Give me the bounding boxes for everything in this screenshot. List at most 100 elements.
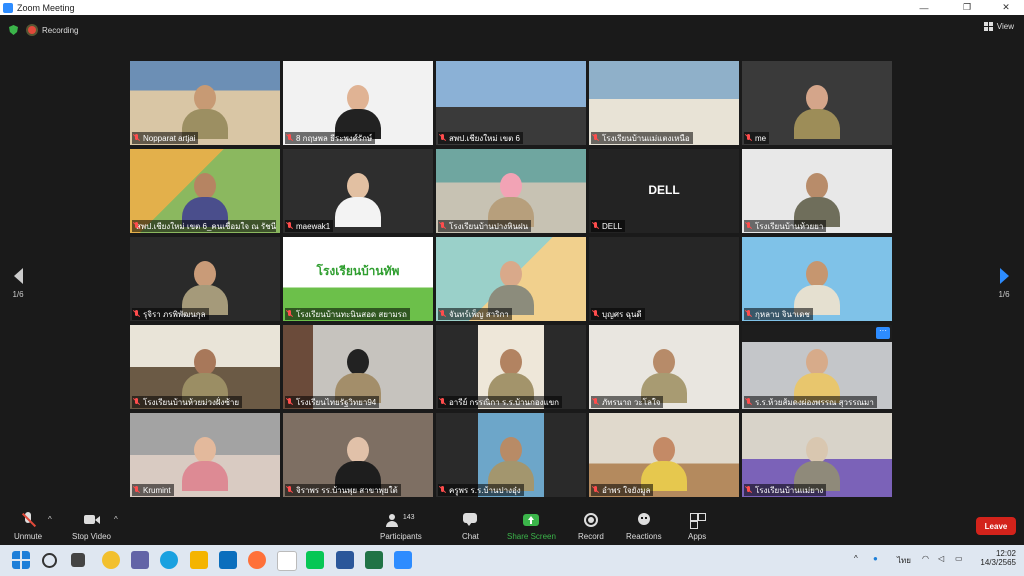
widgets-icon[interactable] — [102, 551, 120, 569]
video-tile[interactable]: รุจิรา ภรพิพัฒนกุล — [130, 237, 280, 321]
video-tile[interactable]: โรงเรียนบ้านทัพ โรงเรียนบ้านทะนินสอด สยา… — [283, 237, 433, 321]
view-label: View — [996, 22, 1014, 31]
word-icon[interactable] — [336, 551, 354, 569]
muted-mic-icon — [592, 310, 599, 318]
apps-button[interactable]: Apps — [688, 512, 706, 541]
reactions-button[interactable]: Reactions — [626, 512, 662, 541]
stop-video-button[interactable]: Stop Video — [72, 512, 111, 541]
leave-button[interactable]: Leave — [976, 517, 1016, 535]
video-tile[interactable]: สพป.เชียงใหม่ เขต 6 — [436, 61, 586, 145]
muted-mic-icon — [745, 134, 752, 142]
participants-icon: 143 — [381, 512, 421, 528]
edge-browser-icon[interactable] — [160, 551, 178, 569]
unmute-button[interactable]: Unmute — [14, 512, 42, 541]
participant-name: Krumint — [143, 485, 171, 495]
amazon-icon[interactable] — [277, 551, 297, 571]
chevron-up-icon[interactable]: ^ — [854, 554, 858, 563]
muted-mic-icon — [286, 310, 293, 318]
participant-name: me — [755, 133, 767, 143]
video-tile[interactable]: ··· ร.ร.ห้วยส้มดงผ่องพรรณ สุวรรณมา — [742, 325, 892, 409]
maximize-button[interactable]: ❐ — [953, 0, 981, 15]
volume-icon[interactable]: ◁ — [938, 554, 944, 563]
search-icon[interactable] — [42, 553, 57, 568]
participant-name: สพป.เชียงใหม่ เขต 6_คนเชื่อมใจ ณ รัชนี — [136, 221, 276, 231]
unmute-label: Unmute — [14, 532, 43, 541]
video-tile[interactable]: โรงเรียนไทยรัฐวิทยา94 — [283, 325, 433, 409]
file-explorer-icon[interactable] — [190, 551, 208, 569]
close-button[interactable]: ✕ — [992, 0, 1020, 15]
page-indicator-right: 1/6 — [998, 290, 1010, 299]
video-tile[interactable]: โรงเรียนบ้านปางหินฝน — [436, 149, 586, 233]
teams-chat-icon[interactable] — [131, 551, 149, 569]
more-options-button[interactable]: ··· — [876, 327, 890, 339]
battery-icon[interactable]: ▭ — [955, 554, 963, 563]
video-tile[interactable]: จันทร์เพ็ญ สาริกา — [436, 237, 586, 321]
video-tile[interactable]: 8 กฤษพล ธีระพงศ์รักษ์ — [283, 61, 433, 145]
window-titlebar: Zoom Meeting — ❐ ✕ — [0, 0, 1024, 15]
excel-icon[interactable] — [365, 551, 383, 569]
stop-video-label: Stop Video — [72, 532, 111, 541]
firefox-icon[interactable] — [248, 551, 266, 569]
audio-options-caret-icon[interactable]: ^ — [48, 515, 52, 524]
video-camera-icon — [83, 512, 100, 528]
minimize-button[interactable]: — — [910, 0, 938, 15]
video-tile[interactable]: บุญศร ฉุนดี — [589, 237, 739, 321]
video-tile[interactable]: DELL DELL — [589, 149, 739, 233]
video-tile[interactable]: ครูพร ร.ร.บ้านปางอุ๋ง — [436, 413, 586, 497]
recording-indicator[interactable]: Recording — [28, 26, 78, 35]
participants-count: 143 — [402, 514, 415, 521]
zoom-taskbar-icon[interactable] — [394, 551, 412, 569]
video-tile[interactable]: maewak1 — [283, 149, 433, 233]
windows-start-icon[interactable] — [12, 551, 30, 569]
muted-mic-icon — [133, 134, 140, 142]
video-tile[interactable]: ภัทรนาถ วะโลใจ — [589, 325, 739, 409]
video-tile-active-speaker[interactable]: สพป.เชียงใหม่ เขต 6_คนเชื่อมใจ ณ รัชนี — [130, 149, 280, 233]
view-button[interactable]: View — [983, 22, 1014, 31]
video-tile[interactable]: อำพร ใจยังมูล — [589, 413, 739, 497]
video-options-caret-icon[interactable]: ^ — [114, 515, 118, 524]
participants-button[interactable]: 143 Participants — [380, 512, 422, 541]
clock[interactable]: 12:02 14/3/2565 — [972, 549, 1016, 567]
participant-name: บุญศร ฉุนดี — [602, 309, 642, 319]
participant-name: ครูพร ร.ร.บ้านปางอุ๋ง — [449, 485, 521, 495]
muted-mic-icon — [439, 398, 446, 406]
video-tile[interactable]: Krumint — [130, 413, 280, 497]
previous-page-button[interactable]: 1/6 — [8, 268, 28, 299]
video-tile[interactable]: โรงเรียนบ้านห้วยยา — [742, 149, 892, 233]
muted-mic-icon — [286, 222, 293, 230]
muted-mic-icon — [745, 310, 752, 318]
input-language[interactable]: ไทย — [897, 554, 911, 567]
muted-mic-icon — [133, 310, 140, 318]
muted-mic-icon — [592, 398, 599, 406]
wifi-icon[interactable]: ◠ — [922, 554, 929, 563]
share-screen-button[interactable]: Share Screen — [507, 512, 556, 541]
video-tile[interactable]: โรงเรียนบ้านแม่ยาง — [742, 413, 892, 497]
next-page-button[interactable]: 1/6 — [994, 268, 1014, 299]
participant-name: ร.ร.ห้วยส้มดงผ่องพรรณ สุวรรณมา — [755, 397, 874, 407]
recording-label: Recording — [42, 25, 79, 35]
video-tile[interactable]: กุหลาบ จินาเดช — [742, 237, 892, 321]
participant-name: จันทร์เพ็ญ สาริกา — [449, 309, 509, 319]
video-tile[interactable]: Nopparat artjai — [130, 61, 280, 145]
record-button[interactable]: Record — [578, 512, 604, 541]
mail-icon[interactable] — [219, 551, 237, 569]
muted-mic-icon — [286, 486, 293, 494]
share-screen-label: Share Screen — [507, 532, 556, 541]
participant-name: ภัทรนาถ วะโลใจ — [602, 397, 661, 407]
video-tile[interactable]: โรงเรียนบ้านแม่แตงเหนือ — [589, 61, 739, 145]
chat-button[interactable]: Chat — [462, 512, 479, 541]
share-screen-arrow-icon — [523, 512, 540, 528]
video-tile[interactable]: อารีย์ กรรณิกา ร.ร.บ้านกองแขก — [436, 325, 586, 409]
video-tile[interactable]: โรงเรียนบ้านห้วยม่วงฝั่งซ้าย — [130, 325, 280, 409]
muted-mic-icon — [745, 222, 752, 230]
line-app-icon[interactable] — [306, 551, 324, 569]
clock-date: 14/3/2565 — [980, 558, 1016, 567]
task-view-icon[interactable] — [71, 553, 85, 567]
microphone-tray-icon[interactable]: ● — [873, 554, 878, 563]
participant-name: 8 กฤษพล ธีระพงศ์รักษ์ — [296, 133, 373, 143]
video-tile[interactable]: me — [742, 61, 892, 145]
participant-placeholder-name: DELL — [648, 183, 680, 197]
participant-name: สพป.เชียงใหม่ เขต 6 — [449, 133, 520, 143]
security-shield-icon[interactable] — [9, 25, 18, 35]
video-tile[interactable]: จิราพร รร.บ้านพุย สาขาพุยใต้ — [283, 413, 433, 497]
